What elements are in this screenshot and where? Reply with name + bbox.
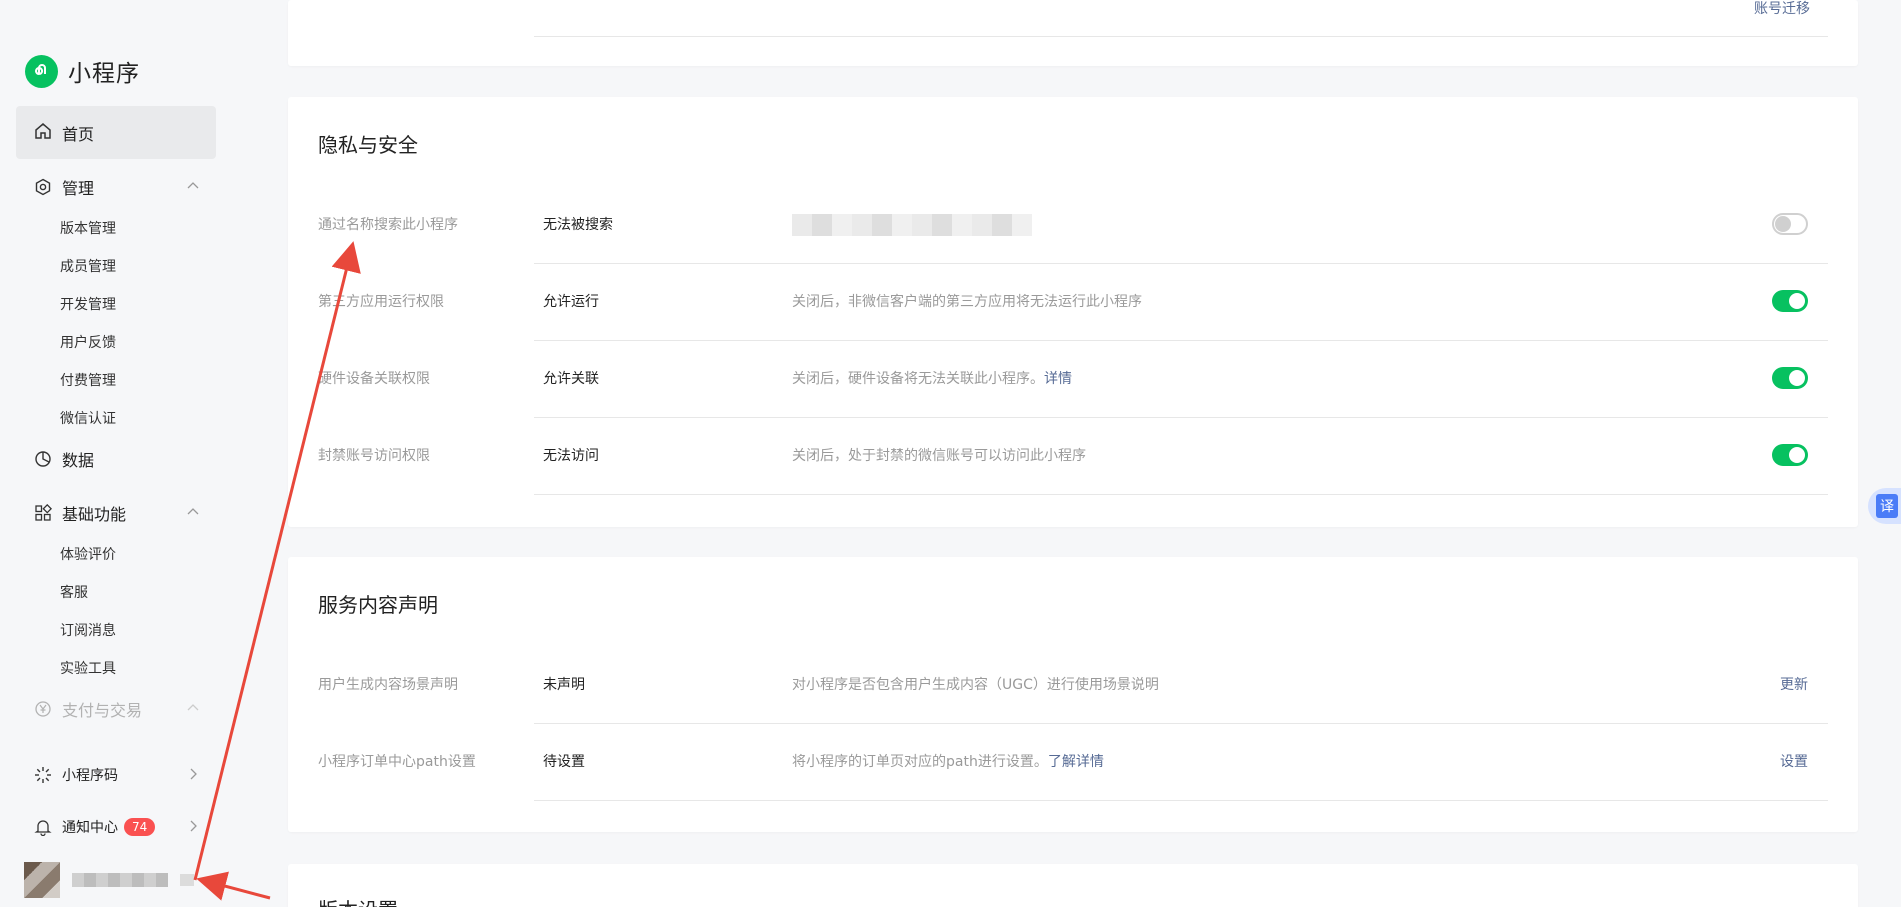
setting-status: 无法访问 [543,448,599,464]
sidebar-subitem-members[interactable]: 成员管理 [60,256,116,276]
section-title: 隐私与安全 [318,133,418,157]
version-settings-card: 版本设置 [288,864,1858,907]
account-switch-redacted[interactable] [180,874,194,886]
search-by-name-toggle[interactable] [1772,213,1808,235]
section-title: 版本设置 [318,894,398,907]
details-link[interactable]: 详情 [1044,371,1072,387]
section-title: 服务内容声明 [318,593,438,617]
sidebar-item-label: 基础功能 [62,505,127,524]
account-card: 账号迁移 [288,0,1858,66]
sidebar-subitem-paid[interactable]: 付费管理 [60,370,116,390]
sidebar-item-label: 首页 [62,124,95,144]
sidebar-item-label: 支付与交易 [62,701,143,720]
setting-row: 第三方应用运行权限 允许运行 关闭后，非微信客户端的第三方应用将无法运行此小程序 [318,264,1828,341]
setting-name: 小程序订单中心path设置 [318,754,476,770]
setting-row: 硬件设备关联权限 允许关联 关闭后，硬件设备将无法关联此小程序。详情 [318,341,1828,418]
sidebar-item-payment[interactable]: 支付与交易 [34,694,200,724]
sun-code-icon [34,766,52,784]
setting-row: 通过名称搜索此小程序 无法被搜索 [318,187,1828,264]
setting-desc-text: 将小程序的订单页对应的path进行设置。 [792,754,1048,770]
sidebar-item-qrcode[interactable]: 小程序码 [34,760,200,790]
setting-desc: 关闭后，处于封禁的微信账号可以访问此小程序 [792,448,1086,464]
sidebar-item-basic[interactable]: 基础功能 [34,498,200,528]
translate-button[interactable]: 译 [1868,488,1901,524]
setting-row: 小程序订单中心path设置 待设置 将小程序的订单页对应的path进行设置。了解… [318,724,1828,801]
hardware-link-toggle[interactable] [1772,367,1808,389]
sidebar-item-label: 通知中心 [62,820,118,836]
divider [534,36,1828,37]
service-declaration-card: 服务内容声明 用户生成内容场景声明 未声明 对小程序是否包含用户生成内容（UGC… [288,557,1858,832]
miniprogram-logo-icon [25,54,58,88]
chevron-right-icon[interactable] [186,818,200,837]
setting-status: 允许关联 [543,371,599,387]
chevron-right-icon[interactable] [186,766,200,785]
banned-account-toggle[interactable] [1772,444,1808,466]
sidebar-subitem-subscribe[interactable]: 订阅消息 [60,620,116,640]
sidebar-subitem-service[interactable]: 客服 [60,582,88,602]
account-migrate-link[interactable]: 账号迁移 [1754,0,1810,18]
sidebar-subitem-feedback[interactable]: 用户反馈 [60,332,116,352]
setting-status: 允许运行 [543,294,599,310]
notification-count-badge: 74 [124,818,156,836]
setting-desc: 关闭后，非微信客户端的第三方应用将无法运行此小程序 [792,294,1142,310]
setting-status: 未声明 [543,677,585,693]
chevron-up-icon[interactable] [186,504,200,523]
avatar[interactable] [24,862,60,898]
sidebar-item-label: 数据 [62,451,95,470]
bell-icon [34,818,52,836]
hexagon-settings-icon [34,178,52,196]
app-logo: 小程序 [25,54,140,88]
update-link[interactable]: 更新 [1780,647,1808,723]
app-name: 小程序 [68,61,140,87]
home-icon [34,122,52,144]
pie-chart-icon [34,450,52,468]
sidebar-item-label: 管理 [62,179,95,198]
sidebar-subitem-version[interactable]: 版本管理 [60,218,116,238]
setting-desc: 关闭后，硬件设备将无法关联此小程序。详情 [792,341,1072,417]
sidebar-item-notify[interactable]: 通知中心 74 [34,812,200,842]
user-name-redacted[interactable] [72,873,168,887]
sidebar-subitem-review[interactable]: 体验评价 [60,544,116,564]
setting-name: 第三方应用运行权限 [318,294,444,310]
third-party-run-toggle[interactable] [1772,290,1808,312]
chevron-up-icon[interactable] [186,178,200,197]
setting-row: 封禁账号访问权限 无法访问 关闭后，处于封禁的微信账号可以访问此小程序 [318,418,1828,495]
chevron-up-icon[interactable] [186,700,200,719]
setting-status: 无法被搜索 [543,217,613,233]
setting-desc-text: 关闭后，硬件设备将无法关联此小程序。 [792,371,1044,387]
sidebar-subitem-experiment[interactable]: 实验工具 [60,658,116,678]
configure-link[interactable]: 设置 [1780,724,1808,800]
sidebar-item-label: 小程序码 [62,768,118,784]
sidebar-item-home[interactable]: 首页 [16,106,216,159]
setting-row: 用户生成内容场景声明 未声明 对小程序是否包含用户生成内容（UGC）进行使用场景… [318,647,1828,724]
sidebar-subitem-auth[interactable]: 微信认证 [60,408,116,428]
setting-desc: 对小程序是否包含用户生成内容（UGC）进行使用场景说明 [792,677,1159,693]
learn-more-link[interactable]: 了解详情 [1048,754,1104,770]
sidebar-subitem-dev[interactable]: 开发管理 [60,294,116,314]
setting-desc-redacted [792,187,1032,263]
sidebar-item-data[interactable]: 数据 [34,444,200,474]
privacy-security-card: 隐私与安全 通过名称搜索此小程序 无法被搜索 第三方应用运行权限 允许运行 关闭… [288,97,1858,527]
grid-icon [34,504,52,522]
setting-name: 用户生成内容场景声明 [318,677,458,693]
setting-name: 封禁账号访问权限 [318,448,430,464]
setting-name: 硬件设备关联权限 [318,371,430,387]
sidebar-item-manage[interactable]: 管理 [34,172,200,202]
setting-name: 通过名称搜索此小程序 [318,217,458,233]
sidebar: 小程序 首页 管理 版本管理 成员管理 开发管理 用户反馈 付费管理 微信认证 … [0,0,235,907]
setting-status: 待设置 [543,754,585,770]
translate-icon: 译 [1876,494,1898,518]
yen-coin-icon [34,700,52,718]
setting-desc: 将小程序的订单页对应的path进行设置。了解详情 [792,724,1104,800]
